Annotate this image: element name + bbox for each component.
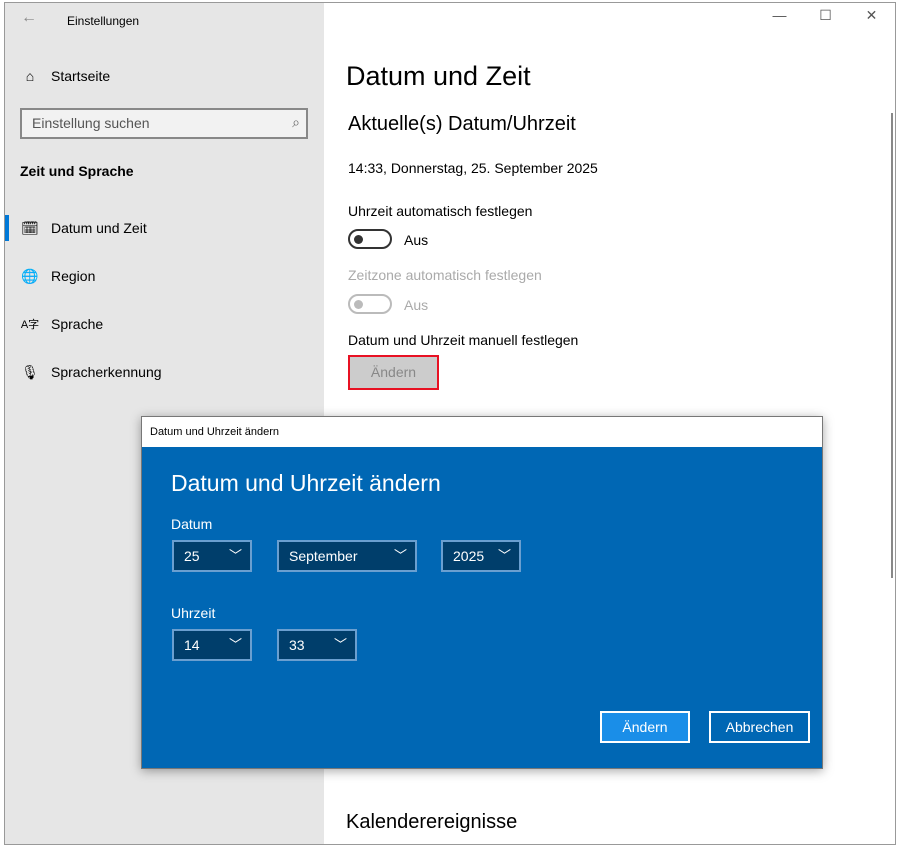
month-value: September: [289, 548, 358, 564]
calendar-clock-icon: 🗓: [21, 219, 39, 236]
language-icon: A字: [20, 319, 40, 331]
chevron-down-icon: ﹀: [333, 637, 347, 652]
day-dropdown[interactable]: 25 ﹀: [172, 540, 252, 572]
home-label: Startseite: [51, 68, 111, 84]
item-label: Spracherkennung: [51, 364, 162, 380]
auto-zone-toggle[interactable]: [348, 294, 392, 314]
maximize-button[interactable]: ☐: [803, 7, 848, 24]
back-arrow-icon[interactable]: ←: [21, 9, 37, 27]
close-button[interactable]: ✕: [849, 7, 894, 24]
search-placeholder: Einstellung suchen: [32, 115, 150, 131]
change-button[interactable]: Ändern: [348, 355, 439, 390]
microphone-icon: 🎙: [21, 363, 39, 380]
sidebar-item-datum-und-zeit[interactable]: 🗓 Datum und Zeit: [5, 208, 324, 248]
globe-icon: 🌐: [21, 267, 39, 284]
search-icon: ⌕: [292, 114, 300, 130]
date-label: Datum: [171, 516, 213, 532]
chevron-down-icon: ﹀: [393, 548, 407, 563]
auto-time-state: Aus: [404, 232, 429, 248]
sidebar-item-sprache[interactable]: A字 Sprache: [5, 304, 324, 344]
year-dropdown[interactable]: 2025 ﹀: [441, 540, 521, 572]
auto-zone-state: Aus: [404, 297, 429, 313]
cancel-button[interactable]: Abbrechen: [709, 711, 810, 743]
search-input[interactable]: Einstellung suchen ⌕: [20, 108, 308, 139]
hour-value: 14: [184, 637, 200, 653]
section-heading: Aktuelle(s) Datum/Uhrzeit: [348, 113, 576, 135]
day-value: 25: [184, 548, 200, 564]
year-value: 2025: [453, 548, 485, 564]
minute-value: 33: [289, 637, 305, 653]
sidebar-item-home[interactable]: ⌂ Startseite: [5, 56, 324, 96]
home-icon: ⌂: [25, 68, 35, 84]
month-dropdown[interactable]: September ﹀: [277, 540, 417, 572]
dialog-title-bar: Datum und Uhrzeit ändern: [142, 417, 822, 447]
chevron-down-icon: ﹀: [228, 548, 242, 563]
chevron-down-icon: ﹀: [497, 548, 511, 563]
section-title: Zeit und Sprache: [20, 163, 134, 179]
window-title: Einstellungen: [67, 14, 140, 28]
time-label: Uhrzeit: [171, 605, 216, 621]
page-title: Datum und Zeit: [346, 61, 531, 91]
dialog-heading: Datum und Uhrzeit ändern: [171, 470, 441, 496]
minute-dropdown[interactable]: 33 ﹀: [277, 629, 357, 661]
scrollbar[interactable]: [891, 113, 893, 578]
current-datetime: 14:33, Donnerstag, 25. September 2025: [348, 160, 598, 176]
item-label: Sprache: [51, 316, 104, 332]
sidebar-item-spracherkennung[interactable]: 🎙 Spracherkennung: [5, 352, 324, 392]
auto-zone-label: Zeitzone automatisch festlegen: [348, 267, 542, 283]
auto-time-toggle[interactable]: [348, 229, 392, 249]
manual-label: Datum und Uhrzeit manuell festlegen: [348, 332, 579, 348]
item-label: Datum und Zeit: [51, 220, 147, 236]
auto-time-label: Uhrzeit automatisch festlegen: [348, 203, 533, 219]
minimize-button[interactable]: —: [757, 7, 802, 23]
hour-dropdown[interactable]: 14 ﹀: [172, 629, 252, 661]
sidebar-item-region[interactable]: 🌐 Region: [5, 256, 324, 296]
confirm-change-button[interactable]: Ändern: [600, 711, 690, 743]
chevron-down-icon: ﹀: [228, 637, 242, 652]
change-datetime-dialog: Datum und Uhrzeit ändern Datum und Uhrze…: [141, 416, 823, 769]
calendar-heading: Kalenderereignisse: [346, 811, 518, 833]
item-label: Region: [51, 268, 96, 284]
